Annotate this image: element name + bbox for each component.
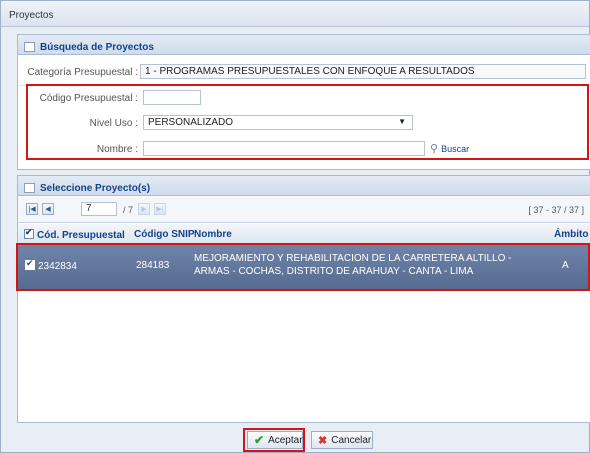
nombre-label: Nombre : [96,144,138,155]
search-panel-header[interactable]: Búsqueda de Proyectos [18,35,590,55]
buscar-button[interactable]: ⚲ Buscar [430,142,469,155]
accept-button[interactable]: ✔ Aceptar [247,431,303,449]
grid-header: Cód. Presupuestal Código SNIP Nombre Ámb… [18,224,590,244]
row-checkbox[interactable] [25,258,35,270]
table-row[interactable]: 2342834 284183 MEJORAMIENTO Y REHABILITA… [18,245,590,289]
last-page-button[interactable]: ▶| [154,203,166,215]
collapse-toggle-icon[interactable] [24,42,35,52]
codigo-label: Código Presupuestal : [39,93,138,104]
first-page-button[interactable]: |◀ [26,203,38,215]
results-panel: Seleccione Proyecto(s) |◀ ◀ 7 / 7 ▶ ▶| [… [17,175,590,423]
accept-label: Aceptar [268,434,303,446]
record-range: [ 37 - 37 / 37 ] [528,205,584,215]
col-codigo-snip[interactable]: Código SNIP [134,229,195,240]
dialog-footer: ✔ Aceptar ✖ Cancelar [1,426,589,452]
buscar-label: Buscar [441,143,470,154]
row-cod-cell[interactable]: 2342834 [25,258,77,272]
grid-icon [24,183,35,193]
cancel-button[interactable]: ✖ Cancelar [311,431,373,449]
window-title: Proyectos [1,1,589,27]
col-ambito[interactable]: Ámbito [554,229,588,240]
results-panel-title: Seleccione Proyecto(s) [40,182,151,194]
chevron-down-icon[interactable]: ▼ [398,117,406,126]
col-cod-label: Cód. Presupuestal [37,230,125,241]
search-panel: Búsqueda de Proyectos Categoría Presupue… [17,34,590,170]
search-panel-title: Búsqueda de Proyectos [40,41,154,53]
categoria-field: 1 - PROGRAMAS PRESUPUESTALES CON ENFOQUE… [140,64,586,79]
search-icon: ⚲ [430,143,439,155]
row-snip: 284183 [136,260,170,271]
projects-window: Proyectos Búsqueda de Proyectos Categorí… [0,0,590,453]
nivel-label: Nivel Uso : [89,118,138,129]
codigo-input[interactable] [143,90,201,105]
col-nombre[interactable]: Nombre [194,229,232,240]
results-panel-header: Seleccione Proyecto(s) [18,176,590,196]
row-cod: 2342834 [38,261,77,272]
close-icon: ✖ [318,434,328,447]
col-cod-presupuestal[interactable]: Cód. Presupuestal [24,227,125,241]
nivel-select-value: PERSONALIZADO [148,117,234,128]
select-all-checkbox[interactable] [24,227,34,239]
pager-toolbar: |◀ ◀ 7 / 7 ▶ ▶| [ 37 - 37 / 37 ] [18,197,590,223]
page-number-input[interactable]: 7 [81,202,117,216]
page-total: / 7 [123,205,134,215]
cancel-label: Cancelar [331,434,372,446]
row-ambito: A [562,260,569,271]
check-icon: ✔ [254,433,265,447]
next-page-button[interactable]: ▶ [138,203,150,215]
nivel-select[interactable]: PERSONALIZADO ▼ [143,115,413,130]
prev-page-button[interactable]: ◀ [42,203,54,215]
row-nombre: MEJORAMIENTO Y REHABILITACION DE LA CARR… [194,253,512,277]
nombre-input[interactable] [143,141,425,156]
categoria-label: Categoría Presupuestal : [27,67,138,78]
